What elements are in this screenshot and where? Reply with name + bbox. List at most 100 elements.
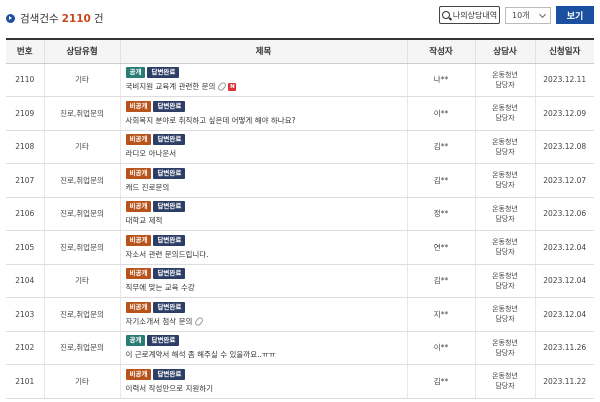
row-subject-link[interactable]: 직무에 맞는 교육 수강 xyxy=(126,282,195,293)
row-author: 김** xyxy=(406,163,475,198)
row-counselor: 온동청년 담당자 xyxy=(474,163,535,198)
row-author: 김** xyxy=(406,130,475,164)
row-subject-wrap: 사회복지 분야로 취직하고 싶은데 어떻게 해야 하나요? xyxy=(126,115,407,126)
counselor-line2: 담당자 xyxy=(495,248,515,257)
row-counselor: 온동청년 담당자 xyxy=(474,364,535,399)
table-row[interactable]: 2102 진로,취업문의 공개 답변완료 이 근로계약서 해석 좀 해주실 수 있을까요… xyxy=(6,331,594,365)
row-subject-link[interactable]: 사회복지 분야로 취직하고 싶은데 어떻게 해야 하나요? xyxy=(126,115,296,126)
header-title: 제목 xyxy=(119,38,407,64)
page-size-select[interactable]: 10개 xyxy=(505,7,551,24)
row-subject-wrap: 대학교 제적 xyxy=(126,215,407,226)
table-row[interactable]: 2106 진로,취업문의 비공개 답변완료 대학교 제적 정** 온동청년 담당자 2023.1… xyxy=(6,197,594,231)
row-title-cell: 비공개 답변완료직무에 맞는 교육 수강 xyxy=(119,264,407,298)
row-type: 진로,취업문의 xyxy=(43,297,120,332)
table-row[interactable]: 2105 진로,취업문의 비공개 답변완료 자소서 관련 문의드립니다. 연** 온동청년 담… xyxy=(6,230,594,265)
count-number: 2110 xyxy=(61,12,91,25)
row-counselor: 온동청년 담당자 xyxy=(474,297,535,332)
row-title-cell: 비공개 답변완료사회복지 분야로 취직하고 싶은데 어떻게 해야 하나요? xyxy=(119,96,407,131)
row-number: 2103 xyxy=(6,297,44,332)
row-subject-wrap: 캐드 진로문의 xyxy=(126,182,407,193)
counselor-line1: 온동청년 xyxy=(492,238,518,247)
chevron-down-icon xyxy=(538,10,547,19)
row-number: 2109 xyxy=(6,96,44,131)
row-number: 2101 xyxy=(6,364,44,399)
row-subject-wrap: 직무에 맞는 교육 수강 xyxy=(126,282,407,293)
row-number: 2106 xyxy=(6,197,44,231)
header-counselor: 상담사 xyxy=(474,38,535,64)
row-title-cell: 비공개 답변완료자기소개서 첨삭 문의 xyxy=(119,297,407,332)
row-number: 2102 xyxy=(6,331,44,365)
row-date: 2023.12.09 xyxy=(534,96,594,131)
table-row[interactable]: 2104 기타 비공개 답변완료 직무에 맞는 교육 수강 김** 온동청년 담당자 2023.… xyxy=(6,264,594,298)
counselor-line2: 담당자 xyxy=(495,281,515,290)
badge-group: 비공개 답변완료 xyxy=(125,201,407,213)
visibility-badge: 비공개 xyxy=(125,134,152,146)
my-history-button[interactable]: 나의상담내역 xyxy=(439,6,500,24)
row-subject-link[interactable]: 이력서 작성만으로 지원하기 xyxy=(126,383,214,394)
row-subject-link[interactable]: 캐드 진로문의 xyxy=(126,182,170,193)
table-row[interactable]: 2110 기타 공개 답변완료 국비지원 교육계 관련한 문의 N 나** 온동청년 담당자 20… xyxy=(6,63,594,97)
badge-group: 비공개 답변완료 xyxy=(125,134,407,146)
row-author: 지** xyxy=(406,297,475,332)
visibility-badge: 비공개 xyxy=(125,301,152,313)
row-subject-link[interactable]: 자기소개서 첨삭 문의 xyxy=(126,316,193,327)
attachment-icon xyxy=(217,81,228,93)
visibility-badge: 비공개 xyxy=(125,201,152,213)
visibility-badge: 비공개 xyxy=(125,234,152,246)
table-row[interactable]: 2101 기타 비공개 답변완료 이력서 작성만으로 지원하기 김** 온동청년 담당자 202… xyxy=(6,364,594,399)
counselor-line1: 온동청년 xyxy=(492,271,518,280)
counselor-line2: 담당자 xyxy=(495,80,515,89)
row-date: 2023.12.06 xyxy=(534,197,594,231)
row-counselor: 온동청년 담당자 xyxy=(474,331,535,365)
view-button[interactable]: 보기 xyxy=(556,6,594,24)
row-type: 진로,취업문의 xyxy=(43,197,120,231)
status-badge: 답변완료 xyxy=(153,234,186,246)
badge-group: 공개 답변완료 xyxy=(125,67,407,79)
row-date: 2023.12.07 xyxy=(534,163,594,198)
badge-group: 비공개 답변완료 xyxy=(125,268,407,280)
table-row[interactable]: 2108 기타 비공개 답변완료 라디오 아나운서 김** 온동청년 담당자 2023.12.0… xyxy=(6,130,594,164)
counselor-line1: 온동청년 xyxy=(492,372,518,381)
visibility-badge: 비공개 xyxy=(125,167,152,179)
row-subject-link[interactable]: 이 근로계약서 해석 좀 해주실 수 있을까요..ㅠㅠ xyxy=(126,349,276,360)
row-author: 이** xyxy=(406,331,475,365)
table-row[interactable]: 2107 진로,취업문의 비공개 답변완료 캐드 진로문의 김** 온동청년 담당자 2023.… xyxy=(6,163,594,198)
row-counselor: 온동청년 담당자 xyxy=(474,130,535,164)
attachment-icon xyxy=(194,315,205,327)
visibility-badge: 공개 xyxy=(125,67,146,79)
badge-group: 비공개 답변완료 xyxy=(125,301,407,313)
row-subject-link[interactable]: 대학교 제적 xyxy=(126,215,163,226)
row-subject-link[interactable]: 국비지원 교육계 관련한 문의 xyxy=(126,81,216,92)
counselor-line2: 담당자 xyxy=(495,181,515,190)
row-author: 김** xyxy=(406,264,475,298)
row-date: 2023.12.08 xyxy=(534,130,594,164)
row-subject-wrap: 이력서 작성만으로 지원하기 xyxy=(126,383,407,394)
row-title-cell: 공개 답변완료국비지원 교육계 관련한 문의 N xyxy=(119,63,407,97)
row-counselor: 온동청년 담당자 xyxy=(474,197,535,231)
row-type: 진로,취업문의 xyxy=(43,163,120,198)
row-subject-link[interactable]: 라디오 아나운서 xyxy=(126,148,177,159)
badge-group: 비공개 답변완료 xyxy=(125,100,407,112)
row-counselor: 온동청년 담당자 xyxy=(474,264,535,298)
table-row[interactable]: 2103 진로,취업문의 비공개 답변완료 자기소개서 첨삭 문의 지** 온동청년 담당자 2… xyxy=(6,297,594,332)
visibility-badge: 공개 xyxy=(125,335,146,347)
counselor-line2: 담당자 xyxy=(495,114,515,123)
result-count: 검색건수 2110 건 xyxy=(6,11,104,26)
status-badge: 답변완료 xyxy=(153,301,186,313)
row-type: 기타 xyxy=(43,130,120,164)
row-title-cell: 비공개 답변완료대학교 제적 xyxy=(119,197,407,231)
row-author: 나** xyxy=(406,63,475,97)
visibility-badge: 비공개 xyxy=(125,368,152,380)
table-row[interactable]: 2109 진로,취업문의 비공개 답변완료 사회복지 분야로 취직하고 싶은데 어떻게 … xyxy=(6,96,594,131)
page-size-value: 10개 xyxy=(512,11,530,20)
row-date: 2023.11.22 xyxy=(534,364,594,399)
row-subject-link[interactable]: 자소서 관련 문의드립니다. xyxy=(126,249,209,260)
row-type: 진로,취업문의 xyxy=(43,331,120,365)
my-history-label: 나의상담내역 xyxy=(452,10,498,20)
new-badge: N xyxy=(228,82,237,91)
row-counselor: 온동청년 담당자 xyxy=(474,63,535,97)
row-counselor: 온동청년 담당자 xyxy=(474,230,535,265)
header-number: 번호 xyxy=(6,38,44,64)
counselor-line1: 온동청년 xyxy=(492,338,518,347)
row-title-cell: 비공개 답변완료 이력서 작성만으로 지원하기 xyxy=(119,364,407,399)
